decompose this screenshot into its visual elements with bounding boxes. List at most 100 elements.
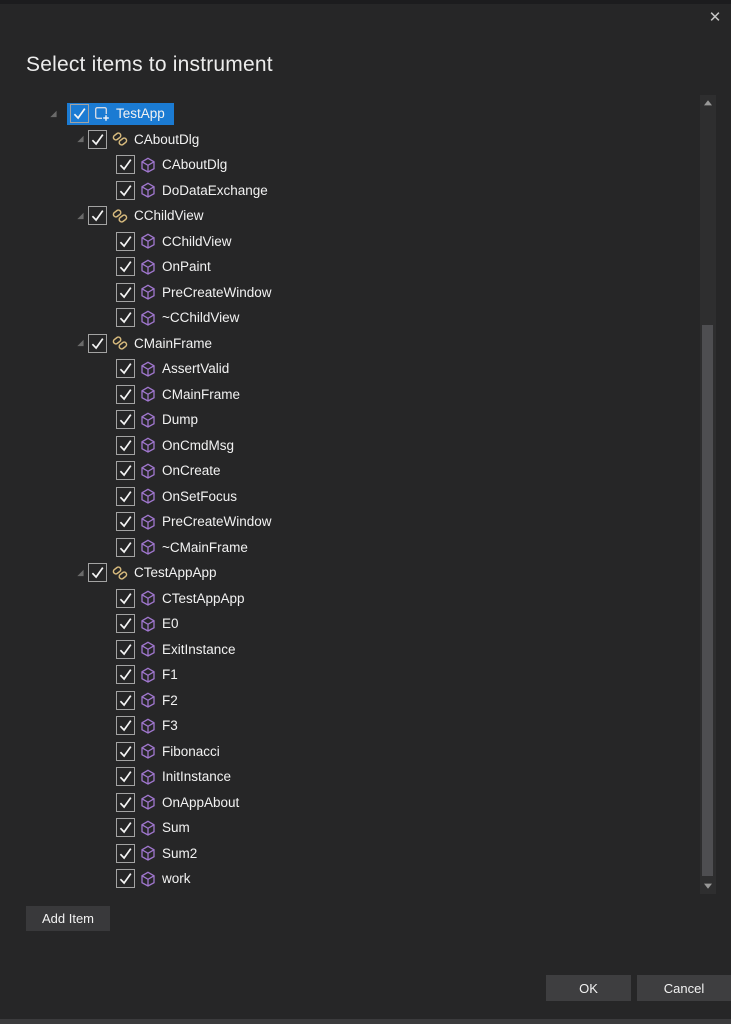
item-checkbox-checked[interactable] [116,410,135,429]
tree-item-assertvalid[interactable]: AssertValid [0,356,698,382]
item-checkbox-checked[interactable] [88,206,107,225]
tree-row-content: ~CChildView [113,307,248,329]
item-checkbox-checked[interactable] [116,793,135,812]
expander-expanded-icon[interactable] [49,109,58,118]
tree-row-content: DoDataExchange [113,179,277,201]
item-checkbox-checked[interactable] [116,359,135,378]
tree-item-label: CMainFrame [162,387,240,402]
item-checkbox-checked[interactable] [116,232,135,251]
item-checkbox-checked[interactable] [116,461,135,480]
tree-item-label: Fibonacci [162,744,220,759]
tree-item-onsetfocus[interactable]: OnSetFocus [0,484,698,510]
item-checkbox-checked[interactable] [116,283,135,302]
item-checkbox-checked[interactable] [116,436,135,455]
item-checkbox-checked[interactable] [116,818,135,837]
tree-row-content: TestApp [67,103,174,125]
tree-row-content: CTestAppApp [113,587,254,609]
item-checkbox-checked[interactable] [116,385,135,404]
tree-row-content: OnCreate [113,460,230,482]
scroll-down-icon[interactable] [700,878,716,894]
tree-item-work[interactable]: work [0,866,698,892]
tree-item-exitinstance[interactable]: ExitInstance [0,637,698,663]
tree-item-ctestappapp[interactable]: CTestAppApp [0,560,698,586]
item-checkbox-checked[interactable] [116,308,135,327]
item-checkbox-checked[interactable] [116,155,135,174]
tree-item-caboutdlg[interactable]: CAboutDlg [0,152,698,178]
item-checkbox-checked[interactable] [116,181,135,200]
tree-row-content: Fibonacci [113,740,229,762]
tree-item-label: ~CChildView [162,310,239,325]
tree-item-label: CChildView [162,234,232,249]
expander-expanded-icon[interactable] [76,135,85,144]
tree-row-content: CMainFrame [85,332,221,354]
tree-item-cchildview[interactable]: CChildView [0,203,698,229]
item-checkbox-checked[interactable] [116,691,135,710]
item-checkbox-checked[interactable] [116,487,135,506]
expander-expanded-icon[interactable] [76,211,85,220]
item-checkbox-checked[interactable] [116,257,135,276]
expander-expanded-icon[interactable] [76,339,85,348]
tree-item-precreatewindow[interactable]: PreCreateWindow [0,280,698,306]
method-icon [140,539,156,555]
item-checkbox-checked[interactable] [116,665,135,684]
add-item-button[interactable]: Add Item [26,906,110,931]
tree-item-caboutdlg[interactable]: CAboutDlg [0,127,698,153]
tree-item-onappabout[interactable]: OnAppAbout [0,790,698,816]
method-icon [140,667,156,683]
item-checkbox-checked[interactable] [116,589,135,608]
tree-row-content: OnPaint [113,256,220,278]
method-icon [140,386,156,402]
tree-item-e0[interactable]: E0 [0,611,698,637]
item-checkbox-checked[interactable] [116,844,135,863]
ok-button[interactable]: OK [546,975,631,1001]
item-checkbox-checked[interactable] [88,334,107,353]
tree-item-onpaint[interactable]: OnPaint [0,254,698,280]
vertical-scrollbar[interactable] [700,95,716,894]
item-checkbox-checked[interactable] [116,512,135,531]
method-icon [140,284,156,300]
method-icon [140,718,156,734]
tree-item-initinstance[interactable]: InitInstance [0,764,698,790]
tree-item-sum2[interactable]: Sum2 [0,841,698,867]
tree-item-dump[interactable]: Dump [0,407,698,433]
method-icon [140,590,156,606]
tree-row-content: Sum [113,817,199,839]
item-checkbox-checked[interactable] [116,640,135,659]
tree-item--cchildview[interactable]: ~CChildView [0,305,698,331]
cancel-button[interactable]: Cancel [637,975,731,1001]
tree-item-ctestappapp[interactable]: CTestAppApp [0,586,698,612]
item-checkbox-checked[interactable] [70,104,89,123]
item-checkbox-checked[interactable] [116,538,135,557]
tree-item-label: OnCmdMsg [162,438,234,453]
tree-item-label: ExitInstance [162,642,236,657]
item-checkbox-checked[interactable] [88,130,107,149]
tree-item-cmainframe[interactable]: CMainFrame [0,382,698,408]
tree-item-oncreate[interactable]: OnCreate [0,458,698,484]
tree-item-fibonacci[interactable]: Fibonacci [0,739,698,765]
item-checkbox-checked[interactable] [116,716,135,735]
tree-item-f3[interactable]: F3 [0,713,698,739]
item-checkbox-checked[interactable] [116,767,135,786]
tree-item-cchildview[interactable]: CChildView [0,229,698,255]
item-checkbox-checked[interactable] [116,614,135,633]
item-checkbox-checked[interactable] [116,742,135,761]
close-icon[interactable]: ✕ [705,7,725,27]
method-icon [140,616,156,632]
tree-row-content: CChildView [113,230,241,252]
scrollbar-thumb[interactable] [702,325,713,876]
tree-item-sum[interactable]: Sum [0,815,698,841]
tree-item-f1[interactable]: F1 [0,662,698,688]
item-checkbox-checked[interactable] [116,869,135,888]
scroll-up-icon[interactable] [700,95,716,111]
method-icon [140,437,156,453]
tree-row-content: OnCmdMsg [113,434,243,456]
tree-item-precreatewindow[interactable]: PreCreateWindow [0,509,698,535]
tree-item-dodataexchange[interactable]: DoDataExchange [0,178,698,204]
tree-item-oncmdmsg[interactable]: OnCmdMsg [0,433,698,459]
tree-item--cmainframe[interactable]: ~CMainFrame [0,535,698,561]
item-checkbox-checked[interactable] [88,563,107,582]
tree-item-cmainframe[interactable]: CMainFrame [0,331,698,357]
tree-item-f2[interactable]: F2 [0,688,698,714]
tree-item-testapp[interactable]: TestApp [0,101,698,127]
expander-expanded-icon[interactable] [76,568,85,577]
